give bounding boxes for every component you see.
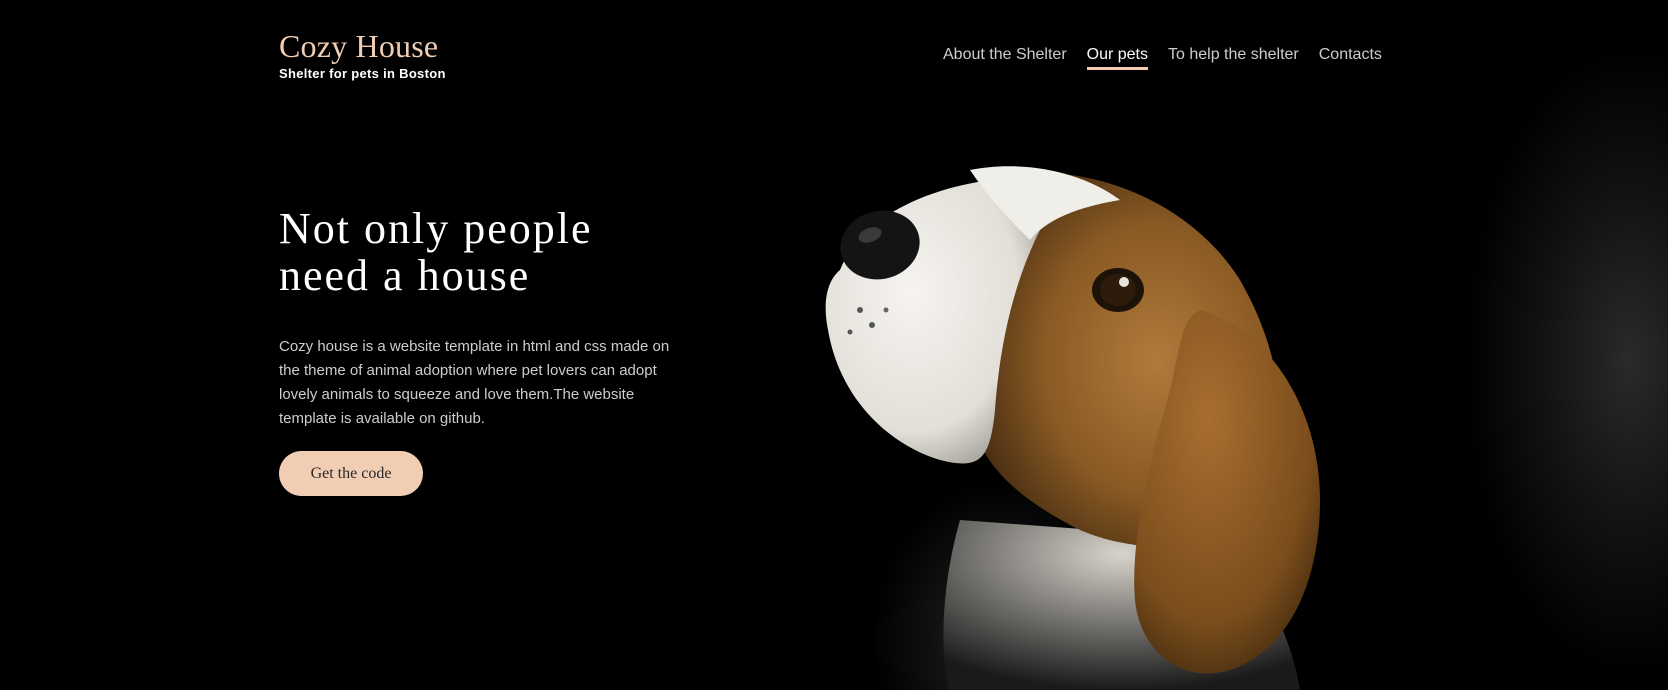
logo[interactable]: Cozy House Shelter for pets in Boston xyxy=(279,28,446,81)
get-the-code-button[interactable]: Get the code xyxy=(279,451,423,496)
hero-title-line1: Not only people xyxy=(279,204,593,253)
hero-title-line2: need a house xyxy=(279,251,531,300)
hero-title: Not only people need a house xyxy=(279,205,699,299)
nav-about-shelter[interactable]: About the Shelter xyxy=(943,46,1067,70)
hero-description: Cozy house is a website template in html… xyxy=(279,338,670,427)
main-nav: About the Shelter Our pets To help the s… xyxy=(943,46,1382,70)
logo-title[interactable]: Cozy House xyxy=(279,28,446,64)
nav-contacts[interactable]: Contacts xyxy=(1319,46,1382,70)
nav-help-shelter[interactable]: To help the shelter xyxy=(1168,46,1299,70)
nav-our-pets[interactable]: Our pets xyxy=(1086,46,1148,70)
beagle-puppy-image xyxy=(825,166,1320,690)
logo-subtitle: Shelter for pets in Boston xyxy=(279,66,446,81)
